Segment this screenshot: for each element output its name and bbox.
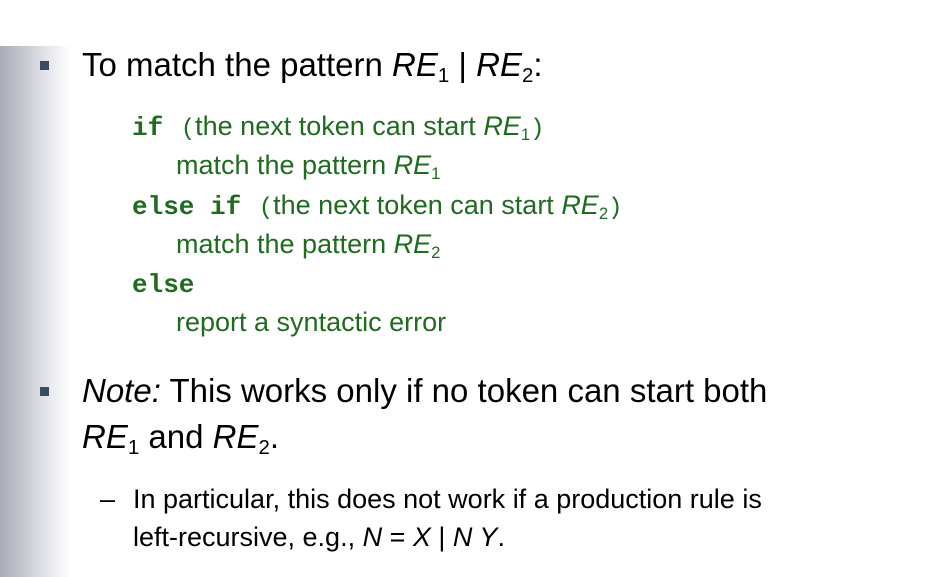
code-line-else-if: else if (the next token can start RE2) <box>132 190 623 222</box>
subscript-2: 2 <box>431 243 441 263</box>
bullet-2-line-2: RE1 and RE2. <box>82 418 280 460</box>
code-line-match-1: match the pattern RE1 <box>176 150 441 184</box>
subscript-2: 2 <box>522 64 534 88</box>
code-line-if: if (the next token can start RE1) <box>132 111 545 143</box>
subscript-1: 1 <box>437 64 450 88</box>
sub-point-lead: left-recursive, e.g., <box>133 522 363 552</box>
code-line-match-2: match the pattern RE2 <box>176 229 441 263</box>
top-strip <box>0 0 950 46</box>
subscript-2: 2 <box>258 436 270 460</box>
period: . <box>269 418 280 455</box>
sub-point-line-2: left-recursive, e.g., N = X | N Y. <box>133 522 505 553</box>
code-line-error: report a syntactic error <box>176 307 446 338</box>
re-label: RE <box>212 418 259 455</box>
re-label: RE <box>393 229 432 259</box>
keyword-if: if <box>132 113 164 143</box>
equals-sign: = <box>382 522 413 552</box>
match-text: match the pattern <box>176 229 394 259</box>
symbol-x: X <box>412 522 431 552</box>
close-paren: ) <box>530 116 545 143</box>
close-paren: ) <box>608 195 623 222</box>
bullet-1-text: To match the pattern RE1 | RE2: <box>82 46 543 88</box>
keyword-else: else <box>132 270 195 300</box>
bullet-square-icon <box>40 61 49 70</box>
period: . <box>497 522 505 552</box>
alternation-bar: | <box>430 522 453 552</box>
match-text: match the pattern <box>176 150 394 180</box>
sub-point-line-1: In particular, this does not work if a p… <box>133 484 762 515</box>
condition-text: the next token can start <box>195 111 484 141</box>
bullet-square-icon <box>40 387 49 396</box>
open-paren: ( <box>180 116 196 143</box>
alternation-bar: | <box>449 46 477 83</box>
note-text: This works only if no token can start bo… <box>160 372 768 409</box>
dash-bullet-icon: – <box>100 484 116 514</box>
re-label: RE <box>483 111 521 141</box>
left-gradient-bar <box>0 46 70 577</box>
re-label: RE <box>476 46 522 83</box>
error-text: report a syntactic error <box>176 307 447 337</box>
subscript-1: 1 <box>431 164 441 184</box>
bullet-2-line-1: Note: This works only if no token can st… <box>82 372 767 410</box>
open-paren: ( <box>258 195 274 222</box>
and-text: and <box>139 418 213 455</box>
code-line-else: else <box>132 268 194 300</box>
subscript-1: 1 <box>127 436 140 460</box>
keyword-else-if: else if <box>132 192 242 222</box>
re-label: RE <box>392 46 438 83</box>
re-label: RE <box>393 150 432 180</box>
colon: : <box>533 46 543 83</box>
re-label: RE <box>561 190 599 220</box>
subscript-1: 1 <box>520 125 531 145</box>
symbol-ny: N Y <box>452 522 498 552</box>
bullet-1-lead: To match the pattern <box>82 46 393 83</box>
subscript-2: 2 <box>598 204 609 224</box>
note-label: Note: <box>82 372 161 409</box>
sub-point-text-1: In particular, this does not work if a p… <box>133 484 762 514</box>
symbol-n: N <box>362 522 383 552</box>
re-label: RE <box>82 418 128 455</box>
condition-text: the next token can start <box>273 190 562 220</box>
